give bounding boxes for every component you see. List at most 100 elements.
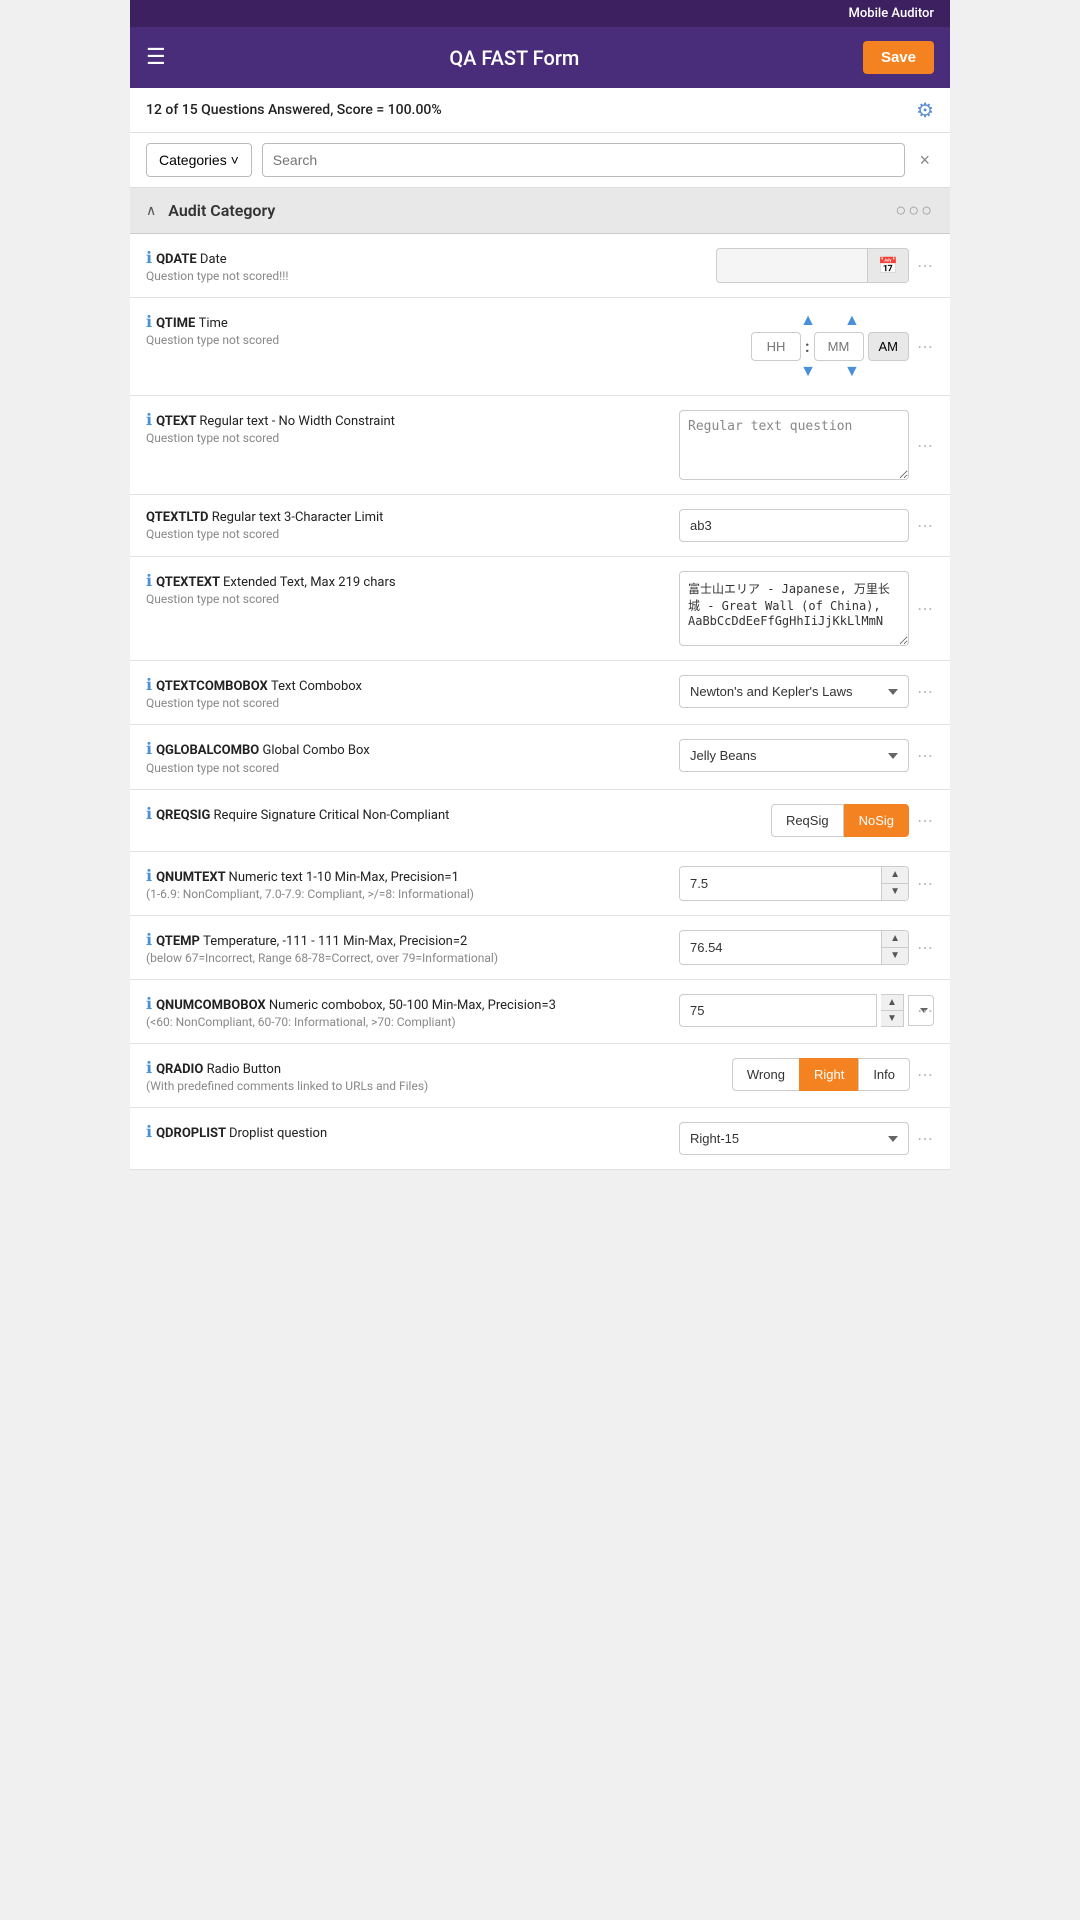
score-text: 12 of 15 Questions Answered, Score = 100…: [146, 102, 442, 118]
info-icon[interactable]: ℹ: [146, 1058, 152, 1077]
droplist-select[interactable]: Right-15: [679, 1122, 909, 1155]
question-row: ℹ QNUMTEXT Numeric text 1-10 Min-Max, Pre…: [130, 852, 950, 916]
question-label: QTEMP Temperature, -111 - 111 Min-Max, P…: [156, 934, 467, 949]
category-collapse-icon[interactable]: ∧: [146, 203, 156, 219]
question-label: QGLOBALCOMBO Global Combo Box: [156, 743, 370, 758]
question-dots-menu[interactable]: ⋯: [917, 599, 934, 618]
question-label: QDROPLIST Droplist question: [156, 1126, 327, 1141]
question-sub-label: (<60: NonCompliant, 60-70: Informational…: [146, 1015, 669, 1029]
ext-text-area[interactable]: 富士山エリア - Japanese, 万里长城 - Great Wall (of…: [679, 571, 909, 646]
question-control-area: Jelly Beans ⋯: [679, 739, 934, 772]
date-input-wrap: 📅: [716, 248, 909, 283]
radio-button-right[interactable]: Right: [799, 1058, 859, 1091]
min-down-button[interactable]: ▼: [840, 363, 864, 381]
info-icon[interactable]: ℹ: [146, 994, 152, 1013]
question-dots-menu[interactable]: ⋯: [917, 516, 934, 535]
question-control-area: Newton's and Kepler's Laws ⋯: [679, 675, 934, 708]
calendar-icon[interactable]: 📅: [867, 249, 908, 282]
question-sub-label: (1-6.9: NonCompliant, 7.0-7.9: Compliant…: [146, 887, 669, 901]
question-row: QTEXTLTD Regular text 3-Character LimitQ…: [130, 495, 950, 557]
radio-button-wrong[interactable]: Wrong: [732, 1058, 800, 1091]
question-dots-menu[interactable]: ⋯: [917, 1065, 934, 1084]
info-icon[interactable]: ℹ: [146, 312, 152, 331]
hour-input[interactable]: [751, 332, 801, 361]
gear-icon[interactable]: ⚙: [916, 98, 934, 122]
question-label: QTEXTCOMBOBOX Text Combobox: [156, 679, 362, 694]
minute-input[interactable]: [814, 332, 864, 361]
search-input[interactable]: [262, 143, 906, 177]
info-icon[interactable]: ℹ: [146, 804, 152, 823]
score-bar: 12 of 15 Questions Answered, Score = 100…: [130, 88, 950, 133]
global-combo-select[interactable]: Jelly Beans: [679, 739, 909, 772]
question-label: QREQSIG Require Signature Critical Non-C…: [156, 808, 449, 823]
hour-down-button[interactable]: ▼: [796, 363, 820, 381]
text-area-input[interactable]: Regular text question: [679, 410, 909, 480]
info-icon[interactable]: ℹ: [146, 675, 152, 694]
question-dots-menu[interactable]: ⋯: [917, 938, 934, 957]
info-icon[interactable]: ℹ: [146, 930, 152, 949]
question-dots-menu[interactable]: ⋯: [917, 746, 934, 765]
hour-up-button[interactable]: ▲: [796, 312, 820, 330]
numeric-input[interactable]: [680, 868, 881, 899]
question-dots-menu[interactable]: ⋯: [917, 1001, 934, 1020]
min-up-button[interactable]: ▲: [840, 312, 864, 330]
numeric-input[interactable]: [680, 932, 881, 963]
question-sub-label: Question type not scored: [146, 592, 669, 606]
categories-button[interactable]: Categories ˅: [146, 143, 252, 177]
question-label: QDATE Date: [156, 252, 227, 267]
category-dots-menu[interactable]: ○○○: [895, 200, 934, 221]
question-label: QTEXTEXT Extended Text, Max 219 chars: [156, 575, 396, 590]
info-icon[interactable]: ℹ: [146, 410, 152, 429]
save-button[interactable]: Save: [863, 41, 934, 74]
question-control-area: ReqSigNoSig ⋯: [771, 804, 934, 837]
question-row: ℹ QTEXTEXT Extended Text, Max 219 chars Qu…: [130, 557, 950, 661]
info-icon[interactable]: ℹ: [146, 248, 152, 267]
question-dots-menu[interactable]: ⋯: [917, 682, 934, 701]
question-dots-menu[interactable]: ⋯: [917, 874, 934, 893]
question-row: ℹQRADIO Radio Button(With predefined com…: [130, 1044, 950, 1108]
nosig-button[interactable]: NoSig: [844, 804, 909, 837]
info-icon[interactable]: ℹ: [146, 739, 152, 758]
question-sub-label: Question type not scored: [146, 333, 741, 347]
info-icon[interactable]: ℹ: [146, 1122, 152, 1141]
spin-down-button[interactable]: ▼: [882, 884, 908, 900]
numcombo-down-button[interactable]: ▼: [881, 1011, 903, 1026]
question-dots-menu[interactable]: ⋯: [917, 256, 934, 275]
question-dots-menu[interactable]: ⋯: [917, 436, 934, 455]
question-control-area: ▲▼ ⋯: [679, 930, 934, 965]
numcombo-up-button[interactable]: ▲: [881, 995, 903, 1011]
question-dots-menu[interactable]: ⋯: [917, 1129, 934, 1148]
text-combo-select[interactable]: Newton's and Kepler's Laws: [679, 675, 909, 708]
reqsig-button[interactable]: ReqSig: [771, 804, 844, 837]
question-control-area: WrongRightInfo ⋯: [732, 1058, 934, 1091]
menu-icon[interactable]: ☰: [146, 45, 166, 70]
question-dots-menu[interactable]: ⋯: [917, 811, 934, 830]
question-row: ℹQGLOBALCOMBO Global Combo BoxQuestion t…: [130, 725, 950, 789]
numeric-combo-input[interactable]: [679, 994, 877, 1027]
question-row: ℹQTEXT Regular text - No Width Constrain…: [130, 396, 950, 495]
search-clear-button[interactable]: ×: [915, 150, 934, 171]
info-icon[interactable]: ℹ: [146, 866, 152, 885]
info-icon[interactable]: ℹ: [146, 571, 152, 590]
question-row: ℹQTIME TimeQuestion type not scored▲▲:AM…: [130, 298, 950, 396]
question-dots-menu[interactable]: ⋯: [917, 337, 934, 356]
question-label: QTEXTLTD Regular text 3-Character Limit: [146, 510, 383, 525]
time-fields-row: :AM: [751, 332, 909, 361]
spin-down-button[interactable]: ▼: [882, 948, 908, 964]
date-input[interactable]: [717, 251, 867, 281]
radio-button-info[interactable]: Info: [858, 1058, 910, 1091]
category-title: Audit Category: [168, 201, 275, 220]
question-row: ℹQNUMCOMBOBOX Numeric combobox, 50-100 M…: [130, 980, 950, 1044]
signature-button-group: ReqSigNoSig: [771, 804, 909, 837]
ampm-button[interactable]: AM: [868, 332, 910, 361]
question-label: QNUMTEXT Numeric text 1-10 Min-Max, Prec…: [156, 870, 459, 885]
spin-up-button[interactable]: ▲: [882, 931, 908, 948]
time-picker: ▲ ▲ :AM ▼ ▼: [751, 312, 909, 381]
question-sub-label: (With predefined comments linked to URLs…: [146, 1079, 722, 1093]
numeric-input-wrap: ▲▼: [679, 866, 909, 901]
text-input[interactable]: [679, 509, 909, 542]
question-row: ℹQDATE DateQuestion type not scored!!!📅⋯: [130, 234, 950, 298]
question-row: ℹ QREQSIG Require Signature Critical Non-…: [130, 790, 950, 852]
top-bar-label: Mobile Auditor: [849, 6, 934, 21]
spin-up-button[interactable]: ▲: [882, 867, 908, 884]
